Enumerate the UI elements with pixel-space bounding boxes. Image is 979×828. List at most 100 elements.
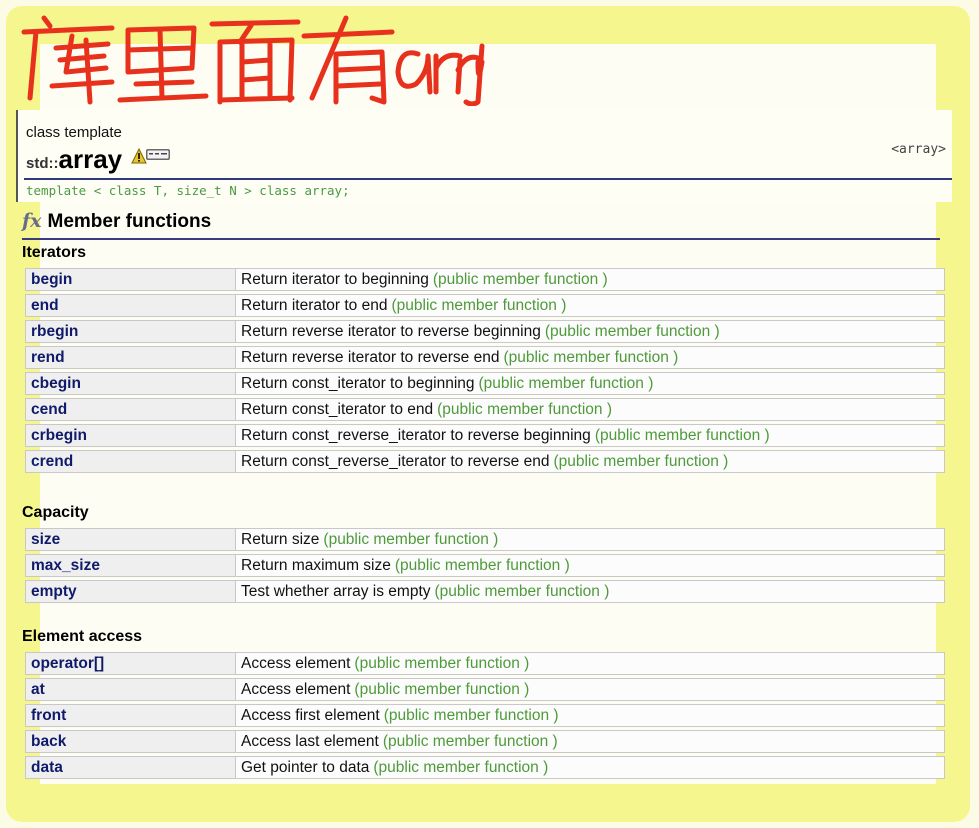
description-text: Get pointer to data xyxy=(241,758,370,776)
member-link[interactable]: empty xyxy=(25,580,236,603)
table-row: size Return size (public member function ) xyxy=(25,528,945,551)
table-row: empty Test whether array is empty (public … xyxy=(25,580,945,603)
description-text: Access element xyxy=(241,680,351,698)
member-description: Return size (public member function ) xyxy=(236,528,945,551)
member-description: Return iterator to beginning (public memb… xyxy=(236,268,945,291)
member-kind: (public member function ) xyxy=(594,426,770,444)
group-title-capacity: Capacity xyxy=(22,504,89,521)
member-kind: (public member function ) xyxy=(354,680,530,698)
table-row: max_size Return maximum size (public membe… xyxy=(25,554,945,577)
member-description: Access first element (public member funct… xyxy=(236,704,945,727)
table-row: crend Return const_reverse_iterator to re… xyxy=(25,450,945,473)
member-link[interactable]: crbegin xyxy=(25,424,236,447)
table-row: back Access last element (public member fu… xyxy=(25,730,945,753)
description-text: Return reverse iterator to reverse end xyxy=(241,348,500,366)
namespace-separator: :: xyxy=(48,155,59,172)
description-text: Return reverse iterator to reverse begin… xyxy=(241,322,541,340)
description-text: Return iterator to end xyxy=(241,296,388,314)
member-link[interactable]: size xyxy=(25,528,236,551)
member-link[interactable]: rend xyxy=(25,346,236,369)
member-link[interactable]: rbegin xyxy=(25,320,236,343)
member-link[interactable]: cbegin xyxy=(25,372,236,395)
member-link[interactable]: front xyxy=(25,704,236,727)
description-text: Access last element xyxy=(241,732,379,750)
member-kind: (public member function ) xyxy=(437,400,613,418)
section-title-text: Member functions xyxy=(47,211,212,232)
member-description: Return const_reverse_iterator to reverse… xyxy=(236,424,945,447)
member-link[interactable]: at xyxy=(25,678,236,701)
table-row: begin Return iterator to beginning (public… xyxy=(25,268,945,291)
member-kind: (public member function ) xyxy=(383,706,559,724)
class-header: class template std::array <array> templa… xyxy=(16,110,952,202)
member-link[interactable]: data xyxy=(25,756,236,779)
member-link[interactable]: back xyxy=(25,730,236,753)
description-text: Return iterator to beginning xyxy=(241,270,429,288)
header-divider xyxy=(24,178,952,180)
member-kind: (public member function ) xyxy=(354,654,530,672)
description-text: Return const_iterator to end xyxy=(241,400,434,418)
template-declaration: template < class T, size_t N > class arr… xyxy=(26,183,350,198)
member-description: Access last element (public member functi… xyxy=(236,730,945,753)
header-link[interactable]: <array> xyxy=(891,142,946,157)
member-description: Return const_iterator to beginning (publi… xyxy=(236,372,945,395)
member-kind: (public member function ) xyxy=(503,348,679,366)
description-text: Access first element xyxy=(241,706,380,724)
member-kind: (public member function ) xyxy=(382,732,558,750)
member-description: Access element (public member function ) xyxy=(236,678,945,701)
description-text: Return const_iterator to beginning xyxy=(241,374,475,392)
table-row: cbegin Return const_iterator to beginning… xyxy=(25,372,945,395)
member-description: Return reverse iterator to reverse begin… xyxy=(236,320,945,343)
table-row: rend Return reverse iterator to reverse e… xyxy=(25,346,945,369)
class-kind: class template xyxy=(26,124,122,141)
group-title-iterators: Iterators xyxy=(22,244,87,261)
iterators-table: begin Return iterator to beginning (public… xyxy=(25,265,945,476)
description-text: Return const_reverse_iterator to reverse… xyxy=(241,426,591,444)
class-name: std::array xyxy=(26,144,171,175)
member-kind: (public member function ) xyxy=(432,270,608,288)
member-description: Access element (public member function ) xyxy=(236,652,945,675)
function-icon: fx xyxy=(22,210,42,232)
member-kind: (public member function ) xyxy=(394,556,570,574)
handwritten-annotation xyxy=(16,2,486,107)
description-text: Return size xyxy=(241,530,320,548)
member-kind: (public member function ) xyxy=(544,322,720,340)
table-row: at Access element (public member function … xyxy=(25,678,945,701)
description-text: Return maximum size xyxy=(241,556,391,574)
member-description: Return reverse iterator to reverse end (p… xyxy=(236,346,945,369)
member-description: Return maximum size (public member functi… xyxy=(236,554,945,577)
member-description: Test whether array is empty (public membe… xyxy=(236,580,945,603)
table-row: data Get pointer to data (public member fu… xyxy=(25,756,945,779)
table-row: crbegin Return const_reverse_iterator to … xyxy=(25,424,945,447)
member-kind: (public member function ) xyxy=(373,758,549,776)
member-kind: (public member function ) xyxy=(391,296,567,314)
namespace: std xyxy=(26,155,49,172)
table-row: operator[] Access element (public member f… xyxy=(25,652,945,675)
class-title: array xyxy=(58,144,123,174)
member-link[interactable]: crend xyxy=(25,450,236,473)
description-text: Test whether array is empty xyxy=(241,582,431,600)
section-title: fx Member functions xyxy=(22,210,940,240)
member-link[interactable]: max_size xyxy=(25,554,236,577)
reference-page: class template std::array <array> templa… xyxy=(16,110,956,790)
element-access-table: operator[] Access element (public member f… xyxy=(25,649,945,782)
member-kind: (public member function ) xyxy=(323,530,499,548)
member-link[interactable]: operator[] xyxy=(25,652,236,675)
table-row: front Access first element (public member … xyxy=(25,704,945,727)
table-row: rbegin Return reverse iterator to reverse… xyxy=(25,320,945,343)
member-kind: (public member function ) xyxy=(478,374,654,392)
description-text: Return const_reverse_iterator to reverse… xyxy=(241,452,550,470)
capacity-table: size Return size (public member function )… xyxy=(25,525,945,606)
member-kind: (public member function ) xyxy=(553,452,729,470)
table-row: end Return iterator to end (public member … xyxy=(25,294,945,317)
member-description: Return iterator to end (public member fun… xyxy=(236,294,945,317)
member-description: Return const_iterator to end (public memb… xyxy=(236,398,945,421)
member-link[interactable]: end xyxy=(25,294,236,317)
group-title-element-access: Element access xyxy=(22,628,143,645)
warning-icon xyxy=(130,147,171,164)
member-kind: (public member function ) xyxy=(434,582,610,600)
member-link[interactable]: cend xyxy=(25,398,236,421)
table-row: cend Return const_iterator to end (public … xyxy=(25,398,945,421)
member-description: Return const_reverse_iterator to reverse… xyxy=(236,450,945,473)
member-link[interactable]: begin xyxy=(25,268,236,291)
description-text: Access element xyxy=(241,654,351,672)
